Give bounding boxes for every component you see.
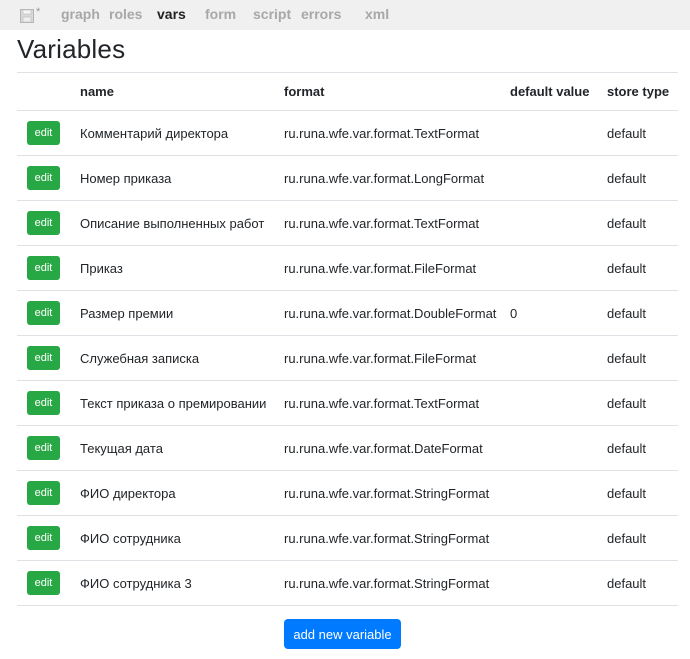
edit-button[interactable]: edit: [27, 166, 60, 190]
header-actions: [17, 72, 80, 111]
table-row: edit ФИО сотрудника 3 ru.runa.wfe.var.fo…: [17, 560, 678, 606]
edit-button[interactable]: edit: [27, 211, 60, 235]
tab-vars[interactable]: vars: [157, 6, 186, 22]
variable-store-type: default: [607, 110, 678, 156]
header-default-value: default value: [510, 72, 607, 111]
variable-store-type: default: [607, 515, 678, 561]
variable-store-type: default: [607, 425, 678, 471]
add-new-variable-button[interactable]: add new variable: [284, 619, 401, 649]
variable-store-type: default: [607, 245, 678, 291]
header-store-type: store type: [607, 72, 678, 111]
variable-format: ru.runa.wfe.var.format.TextFormat: [284, 380, 510, 426]
variable-default-value: [510, 470, 607, 516]
edit-button[interactable]: edit: [27, 391, 60, 415]
table-row: edit Комментарий директора ru.runa.wfe.v…: [17, 110, 678, 156]
table-row: edit ФИО директора ru.runa.wfe.var.forma…: [17, 470, 678, 516]
table-row: edit Размер премии ru.runa.wfe.var.forma…: [17, 290, 678, 336]
variable-format: ru.runa.wfe.var.format.LongFormat: [284, 155, 510, 201]
edit-button[interactable]: edit: [27, 526, 60, 550]
variable-default-value: [510, 515, 607, 561]
variable-format: ru.runa.wfe.var.format.DateFormat: [284, 425, 510, 471]
variable-store-type: default: [607, 470, 678, 516]
variable-default-value: [510, 425, 607, 471]
variable-store-type: default: [607, 155, 678, 201]
variable-default-value: [510, 335, 607, 381]
edit-button[interactable]: edit: [27, 436, 60, 460]
edit-button[interactable]: edit: [27, 121, 60, 145]
variable-name: Текущая дата: [80, 425, 284, 471]
table-row: edit ФИО сотрудника ru.runa.wfe.var.form…: [17, 515, 678, 561]
variable-format: ru.runa.wfe.var.format.StringFormat: [284, 470, 510, 516]
variable-default-value: [510, 245, 607, 291]
variable-name: Размер премии: [80, 290, 284, 336]
variable-format: ru.runa.wfe.var.format.DoubleFormat: [284, 290, 510, 336]
header-name: name: [80, 72, 284, 111]
header-format: format: [284, 72, 510, 111]
variable-store-type: default: [607, 380, 678, 426]
variable-store-type: default: [607, 290, 678, 336]
save-icon[interactable]: [20, 9, 34, 23]
table-row: edit Служебная записка ru.runa.wfe.var.f…: [17, 335, 678, 381]
variable-name: ФИО директора: [80, 470, 284, 516]
variable-default-value: [510, 155, 607, 201]
variable-name: ФИО сотрудника: [80, 515, 284, 561]
top-toolbar: * graph roles vars form script errors xm…: [0, 0, 690, 30]
variable-format: ru.runa.wfe.var.format.StringFormat: [284, 515, 510, 561]
variable-name: Текст приказа о премировании: [80, 380, 284, 426]
variable-name: Описание выполненных работ: [80, 200, 284, 246]
variable-format: ru.runa.wfe.var.format.TextFormat: [284, 200, 510, 246]
variable-format: ru.runa.wfe.var.format.StringFormat: [284, 560, 510, 606]
tab-form[interactable]: form: [205, 6, 236, 22]
variable-store-type: default: [607, 560, 678, 606]
edit-button[interactable]: edit: [27, 256, 60, 280]
unsaved-marker: *: [36, 6, 41, 18]
tab-roles[interactable]: roles: [109, 6, 142, 22]
variables-table: name format default value store type edi…: [17, 72, 678, 606]
table-row: edit Текущая дата ru.runa.wfe.var.format…: [17, 425, 678, 471]
table-row: edit Номер приказа ru.runa.wfe.var.forma…: [17, 155, 678, 201]
variable-format: ru.runa.wfe.var.format.TextFormat: [284, 110, 510, 156]
variable-name: Номер приказа: [80, 155, 284, 201]
edit-button[interactable]: edit: [27, 346, 60, 370]
variable-default-value: [510, 110, 607, 156]
table-header-row: name format default value store type: [17, 72, 678, 111]
variable-format: ru.runa.wfe.var.format.FileFormat: [284, 335, 510, 381]
variable-default-value: [510, 560, 607, 606]
variable-store-type: default: [607, 335, 678, 381]
variable-name: ФИО сотрудника 3: [80, 560, 284, 606]
edit-button[interactable]: edit: [27, 301, 60, 325]
edit-button[interactable]: edit: [27, 571, 60, 595]
variable-default-value: 0: [510, 290, 607, 336]
table-row: edit Приказ ru.runa.wfe.var.format.FileF…: [17, 245, 678, 291]
variable-name: Служебная записка: [80, 335, 284, 381]
table-row: edit Текст приказа о премировании ru.run…: [17, 380, 678, 426]
edit-button[interactable]: edit: [27, 481, 60, 505]
page-title: Variables: [17, 34, 126, 64]
tab-graph[interactable]: graph: [61, 6, 100, 22]
variable-format: ru.runa.wfe.var.format.FileFormat: [284, 245, 510, 291]
tab-script[interactable]: script: [253, 6, 291, 22]
variable-default-value: [510, 380, 607, 426]
variable-name: Приказ: [80, 245, 284, 291]
table-row: edit Описание выполненных работ ru.runa.…: [17, 200, 678, 246]
tab-xml[interactable]: xml: [365, 6, 389, 22]
variable-name: Комментарий директора: [80, 110, 284, 156]
tab-errors[interactable]: errors: [301, 6, 341, 22]
variable-store-type: default: [607, 200, 678, 246]
variable-default-value: [510, 200, 607, 246]
